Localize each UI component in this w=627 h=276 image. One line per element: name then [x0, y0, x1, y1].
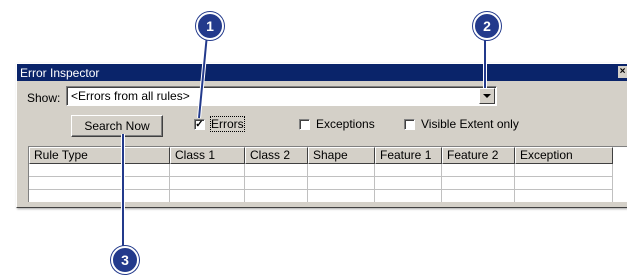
table-row[interactable]: [29, 177, 613, 190]
column-header-feature-2[interactable]: Feature 2: [442, 147, 515, 164]
results-grid[interactable]: Rule Type Class 1 Class 2 Shape Feature …: [28, 146, 627, 202]
callout-2: 2: [473, 12, 501, 40]
chevron-down-icon: [483, 94, 491, 98]
visible-extent-checkbox[interactable]: [404, 118, 415, 130]
column-header-feature-1[interactable]: Feature 1: [375, 147, 442, 164]
exceptions-checkbox-row[interactable]: Exceptions: [299, 117, 375, 131]
window-title: Error Inspector: [20, 65, 100, 80]
callout-3: 3: [111, 246, 139, 274]
error-inspector-window: Error Inspector × Show: <Errors from all…: [16, 63, 627, 208]
column-header-class-2[interactable]: Class 2: [245, 147, 308, 164]
errors-checkbox-label: Errors: [210, 116, 245, 132]
errors-checkbox[interactable]: ✓: [194, 118, 205, 130]
title-bar[interactable]: Error Inspector ×: [17, 64, 627, 81]
column-header-exception[interactable]: Exception: [515, 147, 613, 164]
exceptions-checkbox[interactable]: [299, 118, 310, 130]
show-label: Show:: [27, 91, 61, 105]
search-now-button[interactable]: Search Now: [71, 115, 163, 137]
column-header-rule-type[interactable]: Rule Type: [29, 147, 170, 164]
table-row[interactable]: [29, 164, 613, 177]
table-row[interactable]: [29, 190, 613, 202]
close-button[interactable]: ×: [618, 66, 627, 78]
errors-checkbox-row[interactable]: ✓ Errors: [194, 116, 245, 132]
visible-extent-checkbox-label: Visible Extent only: [421, 117, 519, 131]
visible-extent-checkbox-row[interactable]: Visible Extent only: [404, 117, 519, 131]
show-dropdown-value: <Errors from all rules>: [71, 89, 190, 103]
grid-header: Rule Type Class 1 Class 2 Shape Feature …: [29, 147, 613, 164]
exceptions-checkbox-label: Exceptions: [316, 117, 375, 131]
dropdown-arrow-button[interactable]: [479, 88, 495, 104]
show-dropdown[interactable]: <Errors from all rules>: [66, 86, 497, 106]
column-header-class-1[interactable]: Class 1: [170, 147, 245, 164]
column-header-shape[interactable]: Shape: [308, 147, 375, 164]
callout-1: 1: [196, 12, 224, 40]
